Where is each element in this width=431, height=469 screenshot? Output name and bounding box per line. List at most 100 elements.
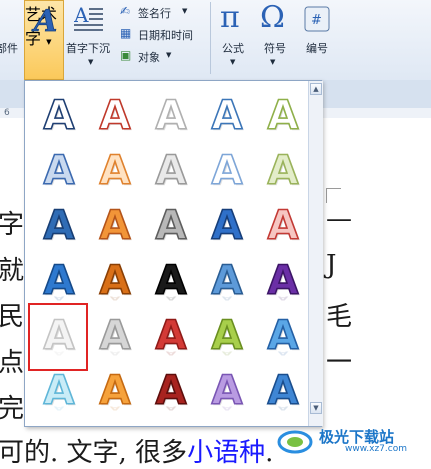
wordart-style-option[interactable]: AAA	[199, 362, 255, 418]
scroll-down-button[interactable]: ▼	[310, 402, 322, 414]
wordart-style-option[interactable]: AA	[31, 87, 87, 143]
wordart-letter-icon: AAA	[99, 257, 132, 305]
wordart-letter-icon: AA	[99, 92, 132, 140]
wordart-letter: A	[100, 148, 131, 194]
chevron-down-icon: ▼	[88, 58, 94, 66]
wordart-letter-icon: AA	[99, 202, 132, 250]
wordart-letter-icon: AA	[43, 92, 76, 140]
wordart-style-option[interactable]: AAA	[87, 307, 143, 363]
wordart-style-option[interactable]: AA	[255, 197, 311, 253]
wordart-letter: A	[44, 148, 75, 194]
wordart-style-option[interactable]: AA	[143, 87, 199, 143]
wordart-style-option[interactable]: AAA	[255, 307, 311, 363]
wordart-style-option[interactable]: AAA	[255, 252, 311, 308]
wordart-letter-icon: AA	[211, 92, 244, 140]
object-icon: ▣	[120, 48, 132, 62]
gallery-scrollbar[interactable]: ▲ ▼	[308, 81, 323, 426]
wordart-style-option[interactable]: AA	[87, 142, 143, 198]
wordart-letter: A	[156, 148, 187, 194]
wordart-letter-icon: AAA	[211, 257, 244, 305]
wordart-letter-icon: AAA	[267, 312, 300, 360]
wordart-letter: A	[156, 258, 187, 304]
symbol-button[interactable]: Ω 符号 ▼	[256, 0, 292, 80]
equation-label: 公式	[222, 42, 244, 55]
document-right-char: J	[326, 250, 337, 280]
wordart-letter-icon: AA	[155, 147, 188, 195]
ribbon-separator	[210, 2, 211, 74]
wordart-style-option[interactable]: AAA	[87, 362, 143, 418]
number-icon: #	[304, 6, 330, 32]
wordart-letter-icon: AA	[155, 202, 188, 250]
wordart-style-option[interactable]: AA	[199, 197, 255, 253]
wordart-letter: A	[100, 258, 131, 304]
quick-parts-button[interactable]: 部件	[0, 0, 24, 80]
wordart-style-option[interactable]: AA	[87, 87, 143, 143]
object-button[interactable]: ▣ 对象 ▼	[120, 48, 200, 66]
document-right-char: —	[326, 204, 352, 234]
drop-cap-button[interactable]: A 首字下沉 ▼	[66, 0, 116, 80]
wordart-letter-icon: AA	[267, 92, 300, 140]
ruler-number: 6	[4, 108, 10, 118]
svg-text:A: A	[74, 4, 89, 27]
wordart-button[interactable]: A 艺术字 ▼	[24, 0, 64, 80]
object-label: 对象	[138, 51, 160, 64]
wordart-letter-icon: AAA	[43, 257, 76, 305]
wordart-style-option[interactable]: AA	[255, 87, 311, 143]
wordart-icon: A	[31, 4, 58, 36]
wordart-style-option[interactable]: AAA	[31, 252, 87, 308]
wordart-letter-icon: AAA	[211, 312, 244, 360]
wordart-letter: A	[100, 203, 131, 249]
wordart-style-option[interactable]: AA	[87, 197, 143, 253]
document-right-char: 一	[326, 348, 353, 378]
wordart-letter: A	[156, 313, 187, 359]
numbering-button[interactable]: # 编号	[298, 0, 338, 80]
wordart-letter-icon: AA	[267, 147, 300, 195]
wordart-style-option[interactable]: AAA	[199, 252, 255, 308]
calendar-icon: ▦	[120, 26, 132, 40]
wordart-style-option[interactable]: AAA	[199, 307, 255, 363]
wordart-gallery: AAAAAAAAAAAAAAAAAAAAAAAAAAAAAAAAAAAAAAAA…	[24, 80, 323, 427]
wordart-letter-icon: AAA	[43, 367, 76, 415]
wordart-letter: A	[212, 203, 243, 249]
wordart-letter: A	[156, 203, 187, 249]
wordart-letter: A	[100, 313, 131, 359]
wordart-style-option[interactable]: AAA	[143, 307, 199, 363]
document-last-line: 可的. 文字, 很多小语种.	[0, 432, 273, 469]
wordart-letter-icon: AA	[99, 147, 132, 195]
document-text-tail: .	[265, 438, 274, 468]
swirl-logo-icon	[277, 430, 313, 454]
document-link[interactable]: 小语种	[187, 438, 265, 468]
wordart-style-option[interactable]: AAA	[143, 362, 199, 418]
drop-cap-icon: A	[74, 4, 103, 31]
wordart-letter-icon: AA	[43, 202, 76, 250]
wordart-letter-icon: AAA	[155, 312, 188, 360]
wordart-style-option[interactable]: AAA	[87, 252, 143, 308]
wordart-style-option[interactable]: AA	[199, 87, 255, 143]
margin-mark	[326, 188, 341, 203]
wordart-style-option[interactable]: AA	[199, 142, 255, 198]
wordart-letter: A	[100, 368, 131, 414]
wordart-style-option[interactable]: AA	[31, 197, 87, 253]
wordart-letter-icon: AAA	[267, 367, 300, 415]
chevron-down-icon: ▼	[182, 7, 188, 15]
wordart-letter: A	[212, 258, 243, 304]
pi-icon: π	[220, 0, 240, 35]
wordart-style-option[interactable]: AA	[31, 142, 87, 198]
wordart-style-option[interactable]: AA	[255, 142, 311, 198]
wordart-letter: A	[212, 368, 243, 414]
wordart-letter: A	[212, 93, 243, 139]
equation-button[interactable]: π 公式 ▼	[216, 0, 252, 80]
wordart-letter-icon: AAA	[211, 367, 244, 415]
wordart-letter: A	[212, 313, 243, 359]
wordart-letter: A	[44, 368, 75, 414]
wordart-letter: A	[268, 313, 299, 359]
wordart-letter-icon: AA	[211, 202, 244, 250]
wordart-style-option[interactable]: AA	[143, 142, 199, 198]
wordart-style-option[interactable]: AA	[143, 197, 199, 253]
wordart-style-option[interactable]: AAA	[255, 362, 311, 418]
wordart-style-option[interactable]: AAA	[143, 252, 199, 308]
signature-line-button[interactable]: ✍ 签名行 ▼	[120, 4, 200, 22]
scroll-up-button[interactable]: ▲	[310, 83, 322, 95]
date-time-button[interactable]: ▦ 日期和时间	[120, 26, 210, 44]
watermark-url: www.xz7.com	[345, 444, 407, 454]
